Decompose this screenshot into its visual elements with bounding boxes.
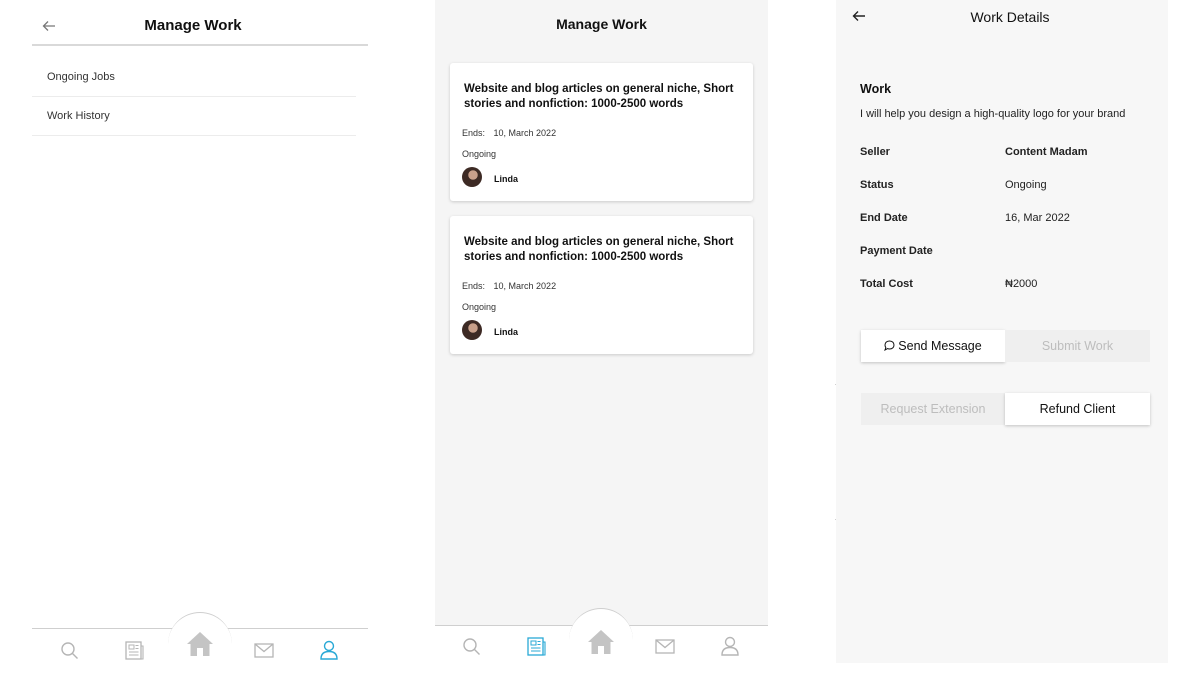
page-title: Manage Work xyxy=(556,16,647,32)
work-label: Work xyxy=(860,82,892,96)
home-icon[interactable] xyxy=(186,630,214,658)
detail-label: Payment Date xyxy=(860,245,933,257)
user-icon[interactable] xyxy=(320,640,338,660)
search-icon[interactable] xyxy=(60,641,79,660)
user-icon[interactable] xyxy=(721,636,739,656)
job-status: Ongoing xyxy=(462,149,497,159)
user-name: Linda xyxy=(494,327,518,337)
ends-label: Ends: xyxy=(462,281,486,291)
ends-date: 10, March 2022 xyxy=(493,128,557,138)
mail-icon[interactable] xyxy=(254,643,274,658)
detail-value: Content Madam xyxy=(1005,146,1088,158)
newspaper-icon[interactable] xyxy=(125,641,144,660)
mail-icon[interactable] xyxy=(655,639,675,654)
bottom-nav xyxy=(435,608,768,675)
menu-list: Ongoing Jobs Work History xyxy=(32,58,356,136)
refund-client-button[interactable]: Refund Client xyxy=(1005,393,1150,425)
request-extension-button[interactable]: Request Extension xyxy=(861,393,1005,425)
newspaper-icon[interactable] xyxy=(527,637,546,656)
job-title: Website and blog articles on general nic… xyxy=(464,83,734,110)
job-card[interactable]: Website and blog articles on general nic… xyxy=(450,216,753,354)
avatar xyxy=(462,167,482,187)
page-title: Work Details xyxy=(970,9,1050,25)
avatar xyxy=(462,320,482,340)
job-card[interactable]: Website and blog articles on general nic… xyxy=(450,63,753,201)
submit-work-label: Submit Work xyxy=(1041,339,1114,353)
user-name: Linda xyxy=(494,174,518,184)
menu-item-ongoing-jobs[interactable]: Ongoing Jobs xyxy=(32,58,356,97)
manage-work-screen: Manage Work Ongoing Jobs Work History xyxy=(32,0,368,675)
detail-label: Total Cost xyxy=(860,278,913,290)
job-end-date: Ends: 10, March 2022 xyxy=(462,128,556,138)
refund-client-label: Refund Client xyxy=(1039,402,1116,416)
page-title: Manage Work xyxy=(144,17,242,34)
request-extension-label: Request Extension xyxy=(880,402,986,416)
search-icon[interactable] xyxy=(462,637,481,656)
job-title: Website and blog articles on general nic… xyxy=(464,236,734,263)
job-status: Ongoing xyxy=(462,302,497,312)
menu-item-work-history[interactable]: Work History xyxy=(32,97,356,136)
detail-value: 16, Mar 2022 xyxy=(1005,212,1070,224)
detail-label: End Date xyxy=(860,212,908,224)
send-message-button[interactable]: Send Message xyxy=(861,330,1005,362)
chat-bubble-icon xyxy=(884,340,895,351)
detail-value: ₦2000 xyxy=(1005,278,1038,290)
ends-date: 10, March 2022 xyxy=(493,281,557,291)
detail-value: Ongoing xyxy=(1005,179,1047,191)
home-icon[interactable] xyxy=(587,628,615,656)
submit-work-button[interactable]: Submit Work xyxy=(1005,330,1150,362)
work-details-screen: Work Details Work I will help you design… xyxy=(836,0,1168,663)
send-message-label: Send Message xyxy=(898,339,982,353)
detail-label: Seller xyxy=(860,146,890,158)
detail-label: Status xyxy=(860,179,894,191)
header: Manage Work xyxy=(32,0,368,46)
manage-work-list-screen: Manage Work Website and blog articles on… xyxy=(435,0,768,675)
job-end-date: Ends: 10, March 2022 xyxy=(462,281,556,291)
bottom-nav xyxy=(32,612,368,675)
work-description: I will help you design a high-quality lo… xyxy=(860,108,1126,120)
ends-label: Ends: xyxy=(462,128,486,138)
